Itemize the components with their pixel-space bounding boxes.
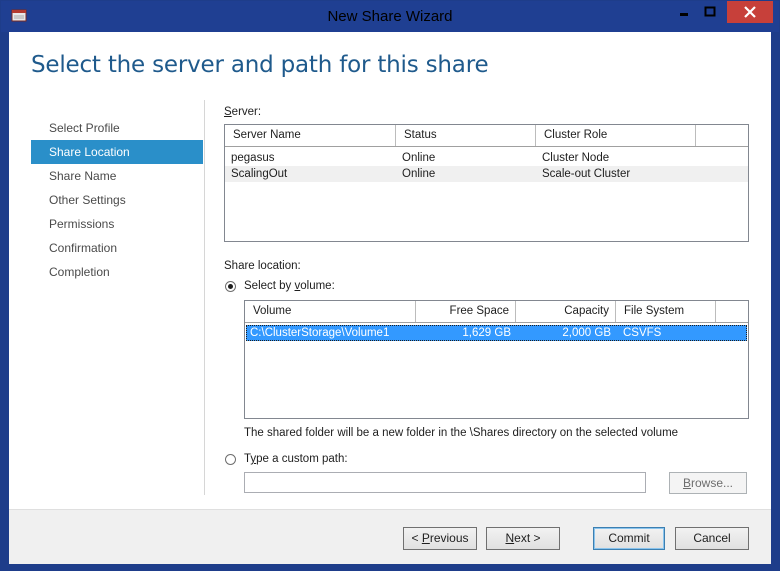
column-header-capacity[interactable]: Capacity [516, 301, 616, 322]
browse-button[interactable]: Browse... [669, 472, 747, 494]
server-name-cell: ScalingOut [231, 168, 288, 180]
custom-path-input[interactable] [244, 472, 646, 493]
nav-step-confirmation[interactable]: Confirmation [31, 236, 203, 260]
column-header-file-system[interactable]: File System [616, 301, 716, 322]
close-icon[interactable] [727, 1, 773, 23]
capacity-cell: 2,000 GB [562, 327, 611, 339]
column-header-cluster-role[interactable]: Cluster Role [536, 125, 696, 146]
next-button[interactable]: Next > [486, 527, 560, 550]
file-system-cell: CSVFS [623, 327, 662, 339]
window-title: New Share Wizard [327, 8, 453, 25]
nav-step-completion[interactable]: Completion [31, 260, 203, 284]
server-list-header: Server Name Status Cluster Role [225, 125, 748, 147]
server-name-cell: pegasus [231, 152, 275, 164]
maximize-icon[interactable] [697, 1, 723, 23]
custom-path-label[interactable]: Type a custom path: [244, 453, 348, 465]
cluster-role-cell: Scale-out Cluster [542, 168, 631, 180]
free-space-cell: 1,629 GB [462, 327, 511, 339]
volume-list-header: Volume Free Space Capacity File System [245, 301, 748, 323]
wizard-window: New Share Wizard Select the server and p… [0, 0, 780, 571]
nav-step-other-settings[interactable]: Other Settings [31, 188, 203, 212]
nav-step-select-profile[interactable]: Select Profile [31, 116, 203, 140]
minimize-icon[interactable] [671, 1, 697, 23]
wizard-footer: < Previous Next > Commit Cancel [9, 510, 771, 564]
column-header-free-space[interactable]: Free Space [416, 301, 516, 322]
shares-directory-note: The shared folder will be a new folder i… [244, 427, 679, 439]
select-by-volume-radio[interactable] [225, 281, 236, 292]
cluster-role-cell: Cluster Node [542, 152, 610, 164]
column-header-blank [696, 125, 748, 146]
wizard-content: Select the server and path for this shar… [9, 32, 771, 564]
table-row[interactable]: C:\ClusterStorage\Volume1 1,629 GB 2,000… [246, 325, 747, 341]
wizard-steps-nav: Select Profile Share Location Share Name… [31, 116, 203, 284]
column-header-server-name[interactable]: Server Name [225, 125, 396, 146]
nav-divider [204, 100, 205, 495]
custom-path-radio[interactable] [225, 454, 236, 465]
commit-button[interactable]: Commit [593, 527, 665, 550]
nav-step-share-location[interactable]: Share Location [31, 140, 203, 164]
server-label: Server: [224, 106, 262, 118]
volume-list[interactable]: Volume Free Space Capacity File System C… [244, 300, 749, 419]
server-status-cell: Online [402, 152, 436, 164]
previous-button[interactable]: < Previous [403, 527, 477, 550]
table-row[interactable]: pegasus Online Cluster Node [225, 150, 748, 166]
server-list[interactable]: Server Name Status Cluster Role pegasus … [224, 124, 749, 242]
volume-path-cell: C:\ClusterStorage\Volume1 [250, 327, 390, 339]
title-bar[interactable]: New Share Wizard [1, 1, 779, 32]
column-header-blank [716, 301, 748, 322]
page-title: Select the server and path for this shar… [31, 52, 489, 78]
select-by-volume-label[interactable]: Select by volume: [244, 280, 335, 292]
share-location-label: Share location: [224, 260, 301, 272]
server-status-cell: Online [402, 168, 436, 180]
cancel-button[interactable]: Cancel [675, 527, 749, 550]
table-row[interactable]: ScalingOut Online Scale-out Cluster [225, 166, 748, 182]
nav-step-share-name[interactable]: Share Name [31, 164, 203, 188]
column-header-status[interactable]: Status [396, 125, 536, 146]
nav-step-permissions[interactable]: Permissions [31, 212, 203, 236]
column-header-volume[interactable]: Volume [245, 301, 416, 322]
